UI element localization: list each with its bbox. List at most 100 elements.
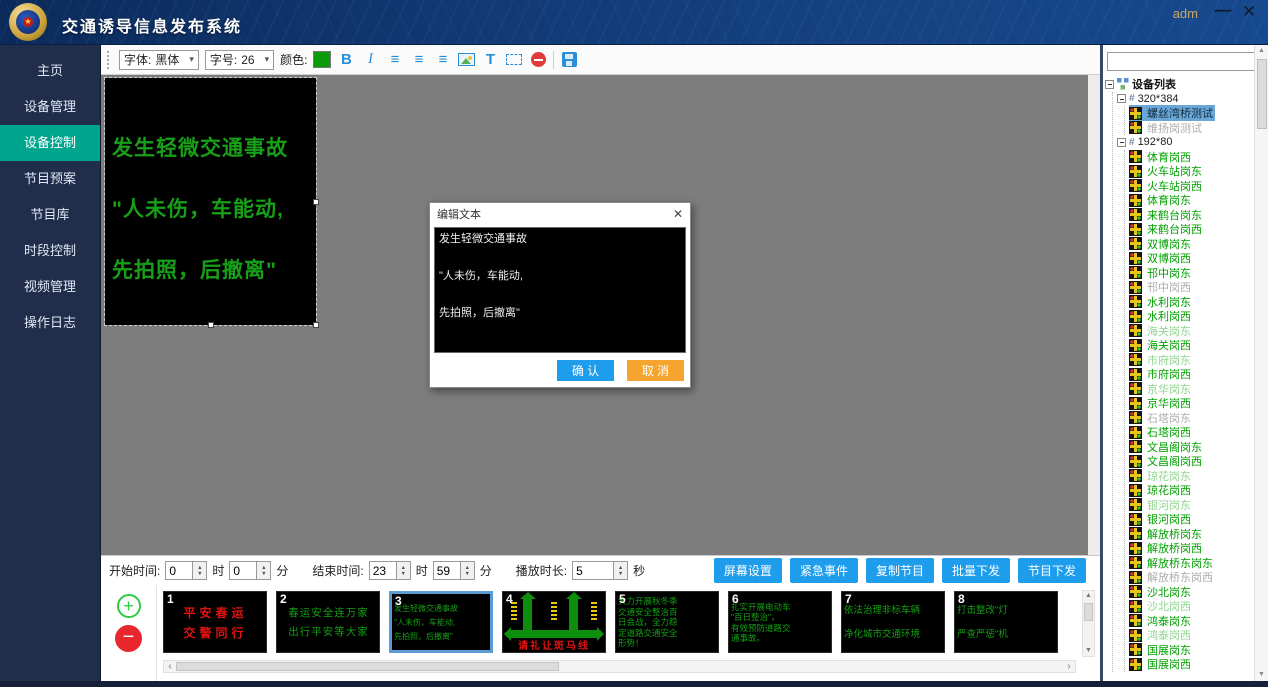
playlist-thumbnail-4[interactable]: 4请礼让斑马线 xyxy=(502,591,606,653)
resize-handle-bottom[interactable] xyxy=(208,322,214,328)
device-item[interactable]: 京华岗西 xyxy=(1129,396,1254,411)
scroll-up-icon[interactable]: ▲ xyxy=(1085,591,1092,601)
dialog-close-icon[interactable]: ✕ xyxy=(673,207,683,221)
scroll-right-icon[interactable]: › xyxy=(1063,661,1075,672)
device-item[interactable]: 体育岗西 xyxy=(1129,150,1254,165)
collapse-icon[interactable] xyxy=(1105,80,1114,89)
start-hour-spinner[interactable]: ▲▼ xyxy=(193,561,207,580)
align-center-icon[interactable]: ≡ xyxy=(409,50,427,70)
device-item[interactable]: 鸿泰岗西 xyxy=(1129,628,1254,643)
playlist-thumbnail-6[interactable]: 6扎实开展电动车"百日整治"，有效预防道路交通事故。 xyxy=(728,591,832,653)
sidebar-item-operation-log[interactable]: 操作日志 xyxy=(0,305,100,341)
device-item[interactable]: 文昌阁岗东 xyxy=(1129,440,1254,455)
dialog-text-input[interactable]: 发生轻微交通事故 "人未伤，车能动, 先拍照，后撤离" xyxy=(434,227,686,353)
device-item[interactable]: 琼花岗西 xyxy=(1129,483,1254,498)
minimize-icon[interactable]: — xyxy=(1212,0,1234,20)
led-preview-panel[interactable]: 发生轻微交通事故"人未伤，车能动,先拍照，后撤离" xyxy=(105,78,316,325)
logged-in-user[interactable]: adm xyxy=(1173,6,1198,21)
device-item[interactable]: 双博岗西 xyxy=(1129,251,1254,266)
device-item[interactable]: 海关岗东 xyxy=(1129,324,1254,339)
device-item[interactable]: 维扬岗测试 xyxy=(1129,121,1254,136)
align-right-icon[interactable]: ≡ xyxy=(433,50,451,70)
scroll-left-icon[interactable]: ‹ xyxy=(164,661,176,672)
save-icon[interactable] xyxy=(560,50,578,70)
device-item[interactable]: 解放桥岗西 xyxy=(1129,541,1254,556)
end-hour-input[interactable] xyxy=(369,561,397,580)
playlist-vertical-scrollbar[interactable]: ▲ ▼ xyxy=(1082,590,1095,657)
tree-scroll-thumb[interactable] xyxy=(1257,59,1267,129)
playlist-thumbnail-8[interactable]: 8打击整改"灯严查严惩"机 xyxy=(954,591,1058,653)
confirm-button[interactable]: 确 认 xyxy=(557,360,614,381)
device-item[interactable]: 市府岗西 xyxy=(1129,367,1254,382)
insert-image-icon[interactable] xyxy=(457,50,475,70)
vertical-scroll-thumb[interactable] xyxy=(1084,603,1093,621)
tree-group-192*80[interactable]: #192*80 xyxy=(1117,135,1254,150)
sidebar-item-time-control[interactable]: 时段控制 xyxy=(0,233,100,269)
device-item[interactable]: 银河岗西 xyxy=(1129,512,1254,527)
playlist-horizontal-scrollbar[interactable]: ‹ › xyxy=(163,660,1076,673)
device-item[interactable]: 沙北岗东 xyxy=(1129,585,1254,600)
duration-input[interactable] xyxy=(572,561,614,580)
sidebar-item-program-plan[interactable]: 节目预案 xyxy=(0,161,100,197)
device-item[interactable]: 京华岗东 xyxy=(1129,382,1254,397)
collapse-icon[interactable] xyxy=(1117,94,1126,103)
add-program-icon[interactable]: + xyxy=(117,594,141,618)
device-item[interactable]: 来鹤台岗东 xyxy=(1129,208,1254,223)
sidebar-item-video-management[interactable]: 视频管理 xyxy=(0,269,100,305)
scroll-down-icon[interactable]: ▼ xyxy=(1085,646,1092,656)
italic-icon[interactable]: I xyxy=(361,50,379,70)
device-item[interactable]: 螺丝湾桥测试 xyxy=(1129,106,1254,121)
design-canvas[interactable]: 发生轻微交通事故"人未伤，车能动,先拍照，后撤离" 编辑文本 ✕ 发生轻微交通事… xyxy=(101,75,1100,555)
emergency-event-button[interactable]: 紧急事件 xyxy=(790,558,858,583)
device-item[interactable]: 水利岗东 xyxy=(1129,295,1254,310)
device-item[interactable]: 市府岗东 xyxy=(1129,353,1254,368)
font-family-select[interactable]: 字体: 黑体 ▾ xyxy=(119,50,199,70)
horizontal-scroll-thumb[interactable] xyxy=(176,662,559,671)
font-size-select[interactable]: 字号: 26 ▾ xyxy=(205,50,274,70)
scroll-up-icon[interactable]: ▲ xyxy=(1258,45,1265,57)
close-icon[interactable]: ✕ xyxy=(1238,2,1260,22)
tree-group-320*384[interactable]: #320*384 xyxy=(1117,92,1254,107)
start-minute-spinner[interactable]: ▲▼ xyxy=(257,561,271,580)
insert-text-icon[interactable]: T xyxy=(481,50,499,70)
device-item[interactable]: 文昌阁岗西 xyxy=(1129,454,1254,469)
start-hour-input[interactable] xyxy=(165,561,193,580)
sidebar-item-device-control[interactable]: 设备控制 xyxy=(0,125,100,161)
device-item[interactable]: 石塔岗东 xyxy=(1129,411,1254,426)
start-minute-input[interactable] xyxy=(229,561,257,580)
batch-send-button[interactable]: 批量下发 xyxy=(942,558,1010,583)
copy-program-button[interactable]: 复制节目 xyxy=(866,558,934,583)
screen-settings-button[interactable]: 屏幕设置 xyxy=(714,558,782,583)
toolbar-grip[interactable] xyxy=(107,51,111,69)
scroll-down-icon[interactable]: ▼ xyxy=(1258,669,1265,681)
sidebar-item-program-library[interactable]: 节目库 xyxy=(0,197,100,233)
collapse-icon[interactable] xyxy=(1117,138,1126,147)
playlist-thumbnail-3[interactable]: 3发生轻微交通事故"人未伤，车能动,先拍照，后撤离" xyxy=(389,591,493,653)
resize-handle-corner[interactable] xyxy=(313,322,319,328)
device-item[interactable]: 水利岗西 xyxy=(1129,309,1254,324)
playlist-thumbnail-7[interactable]: 7依法治理非标车辆净化城市交通环境 xyxy=(841,591,945,653)
device-item[interactable]: 体育岗东 xyxy=(1129,193,1254,208)
device-item[interactable]: 鸿泰岗东 xyxy=(1129,614,1254,629)
bold-icon[interactable]: B xyxy=(337,50,355,70)
device-item[interactable]: 解放桥东岗东 xyxy=(1129,556,1254,571)
device-search-input[interactable] xyxy=(1107,52,1257,71)
device-item[interactable]: 邗中岗东 xyxy=(1129,266,1254,281)
playlist-thumbnail-5[interactable]: 5大力开展秋冬季交通安全整治百日会战，全力稳定道路交通安全形势！ xyxy=(615,591,719,653)
resize-handle-right[interactable] xyxy=(313,199,319,205)
device-item[interactable]: 国展岗东 xyxy=(1129,643,1254,658)
device-item[interactable]: 火车站岗东 xyxy=(1129,164,1254,179)
cancel-button[interactable]: 取 消 xyxy=(627,360,684,381)
color-swatch[interactable] xyxy=(313,51,331,68)
device-item[interactable]: 邗中岗西 xyxy=(1129,280,1254,295)
playlist-thumbnail-1[interactable]: 1平安春运交警同行 xyxy=(163,591,267,653)
program-send-button[interactable]: 节目下发 xyxy=(1018,558,1086,583)
remove-program-icon[interactable]: − xyxy=(115,625,142,652)
device-item[interactable]: 海关岗西 xyxy=(1129,338,1254,353)
sidebar-item-home[interactable]: 主页 xyxy=(0,53,100,89)
device-item[interactable]: 国展岗西 xyxy=(1129,657,1254,672)
device-item[interactable]: 来鹤台岗西 xyxy=(1129,222,1254,237)
marquee-icon[interactable] xyxy=(505,50,523,70)
end-minute-input[interactable] xyxy=(433,561,461,580)
tree-root[interactable]: 设备列表 xyxy=(1105,77,1254,92)
